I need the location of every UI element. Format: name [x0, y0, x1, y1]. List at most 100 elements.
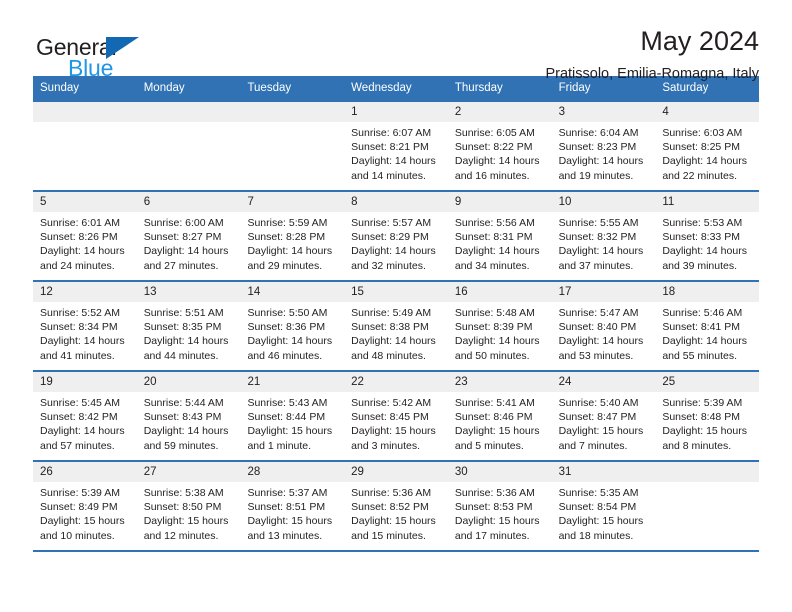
sunset-text: Sunset: 8:39 PM	[454, 321, 533, 334]
sunset-text: Sunset: 8:33 PM	[662, 231, 740, 244]
daylight-text: Daylight: 14 hours and 50 minutes.	[454, 335, 540, 362]
day-details: Sunrise: 5:39 AM Sunset: 8:48 PM Daylight:…	[655, 392, 759, 453]
daylight-text: Daylight: 14 hours and 22 minutes.	[662, 155, 747, 182]
calendar-day-cell[interactable]: 17 Sunrise: 5:47 AM Sunset: 8:40 PM Dayligh…	[551, 282, 656, 370]
calendar-day-cell[interactable]: 15 Sunrise: 5:49 AM Sunset: 8:38 PM Dayligh…	[344, 282, 448, 370]
day-number: 2	[447, 102, 552, 122]
daylight-text: Daylight: 14 hours and 53 minutes.	[558, 335, 644, 362]
calendar-day-cell[interactable]: 3 Sunrise: 6:04 AM Sunset: 8:23 PM Daylight…	[551, 102, 656, 190]
sunrise-text: Sunrise: 5:52 AM	[40, 307, 120, 319]
calendar-week-row: 19 Sunrise: 5:45 AM Sunset: 8:42 PM Dayligh…	[33, 370, 760, 460]
day-number: 29	[344, 462, 448, 482]
calendar-day-cell[interactable]: 20 Sunrise: 5:44 AM Sunset: 8:43 PM Dayligh…	[136, 372, 241, 460]
calendar-day-cell[interactable]: 21 Sunrise: 5:43 AM Sunset: 8:44 PM Dayligh…	[240, 372, 345, 460]
day-details: Sunrise: 5:53 AM Sunset: 8:33 PM Daylight:…	[655, 212, 759, 273]
calendar-day-cell[interactable]: 11 Sunrise: 5:53 AM Sunset: 8:33 PM Dayligh…	[655, 192, 760, 280]
calendar-day-cell[interactable]: 23 Sunrise: 5:41 AM Sunset: 8:46 PM Dayligh…	[447, 372, 552, 460]
page-header: General Blue May 2024 Pratissolo, Emilia…	[33, 0, 759, 82]
calendar-day-cell[interactable]: 27 Sunrise: 5:38 AM Sunset: 8:50 PM Dayligh…	[136, 462, 241, 550]
calendar-day-cell[interactable]: 9 Sunrise: 5:56 AM Sunset: 8:31 PM Daylight…	[447, 192, 552, 280]
sunrise-text: Sunrise: 5:47 AM	[558, 307, 639, 319]
calendar-day-cell[interactable]: 1 Sunrise: 6:07 AM Sunset: 8:21 PM Daylight…	[344, 102, 448, 190]
calendar-day-cell[interactable]: 10 Sunrise: 5:55 AM Sunset: 8:32 PM Dayligh…	[551, 192, 656, 280]
day-number: 4	[655, 102, 760, 122]
calendar-day-cell[interactable]: 25 Sunrise: 5:39 AM Sunset: 8:48 PM Dayligh…	[655, 372, 760, 460]
calendar-day-cell[interactable]: 2 Sunrise: 6:05 AM Sunset: 8:22 PM Daylight…	[447, 102, 552, 190]
day-details: Sunrise: 5:49 AM Sunset: 8:38 PM Daylight:…	[344, 302, 448, 363]
day-number: 11	[655, 192, 760, 212]
weekday-header-friday: Friday	[558, 82, 591, 94]
sunset-text: Sunset: 8:42 PM	[40, 411, 118, 424]
day-number: 23	[447, 372, 552, 392]
calendar-day-cell[interactable]: 26 Sunrise: 5:39 AM Sunset: 8:49 PM Dayligh…	[33, 462, 137, 550]
title-block: May 2024 Pratissolo, Emilia-Romagna, Ita…	[545, 26, 759, 83]
day-number: 30	[447, 462, 552, 482]
calendar-day-cell[interactable]: 6 Sunrise: 6:00 AM Sunset: 8:27 PM Daylight…	[136, 192, 241, 280]
sunrise-text: Sunrise: 5:37 AM	[247, 487, 328, 499]
sunrise-text: Sunrise: 5:43 AM	[247, 397, 328, 409]
daylight-text: Daylight: 15 hours and 18 minutes.	[558, 515, 644, 542]
calendar-day-cell[interactable]: 22 Sunrise: 5:42 AM Sunset: 8:45 PM Dayligh…	[344, 372, 448, 460]
sunrise-text: Sunrise: 6:07 AM	[351, 127, 432, 139]
day-number: 5	[33, 192, 137, 212]
day-number	[33, 102, 137, 122]
calendar-day-cell[interactable]: 7 Sunrise: 5:59 AM Sunset: 8:28 PM Daylight…	[240, 192, 345, 280]
day-number	[136, 102, 241, 122]
sunset-text: Sunset: 8:34 PM	[40, 321, 118, 334]
calendar-day-cell[interactable]: 24 Sunrise: 5:40 AM Sunset: 8:47 PM Dayligh…	[551, 372, 656, 460]
daylight-text: Daylight: 14 hours and 34 minutes.	[454, 245, 540, 272]
sunrise-text: Sunrise: 5:36 AM	[454, 487, 535, 499]
day-details: Sunrise: 5:39 AM Sunset: 8:49 PM Daylight:…	[33, 482, 137, 543]
calendar-day-cell[interactable]: 8 Sunrise: 5:57 AM Sunset: 8:29 PM Daylight…	[344, 192, 448, 280]
sunset-text: Sunset: 8:53 PM	[454, 501, 533, 514]
calendar-day-cell[interactable]: 14 Sunrise: 5:50 AM Sunset: 8:36 PM Dayligh…	[240, 282, 345, 370]
daylight-text: Daylight: 14 hours and 59 minutes.	[143, 425, 229, 452]
calendar-page: General Blue May 2024 Pratissolo, Emilia…	[0, 0, 792, 612]
calendar-day-cell[interactable]: 30 Sunrise: 5:36 AM Sunset: 8:53 PM Dayligh…	[447, 462, 552, 550]
calendar-day-cell[interactable]: 4 Sunrise: 6:03 AM Sunset: 8:25 PM Daylight…	[655, 102, 760, 190]
sunrise-text: Sunrise: 5:46 AM	[662, 307, 743, 319]
calendar-day-cell[interactable]: 16 Sunrise: 5:48 AM Sunset: 8:39 PM Dayligh…	[447, 282, 552, 370]
day-details: Sunrise: 5:41 AM Sunset: 8:46 PM Daylight:…	[448, 392, 552, 453]
sunrise-text: Sunrise: 5:56 AM	[454, 217, 535, 229]
daylight-text: Daylight: 15 hours and 15 minutes.	[351, 515, 436, 542]
sunset-text: Sunset: 8:43 PM	[143, 411, 222, 424]
day-number: 25	[655, 372, 760, 392]
general-blue-logo: General Blue	[33, 26, 163, 82]
day-number: 14	[240, 282, 345, 302]
day-number: 15	[344, 282, 448, 302]
day-number: 12	[33, 282, 137, 302]
day-details: Sunrise: 5:48 AM Sunset: 8:39 PM Daylight:…	[448, 302, 552, 363]
calendar-day-cell[interactable]: 29 Sunrise: 5:36 AM Sunset: 8:52 PM Dayligh…	[344, 462, 448, 550]
sunset-text: Sunset: 8:22 PM	[454, 141, 533, 154]
calendar-day-cell[interactable]: 31 Sunrise: 5:35 AM Sunset: 8:54 PM Dayligh…	[551, 462, 656, 550]
sunset-text: Sunset: 8:50 PM	[143, 501, 222, 514]
daylight-text: Daylight: 15 hours and 12 minutes.	[143, 515, 229, 542]
weekday-header-thursday: Thursday	[454, 82, 503, 94]
daylight-text: Daylight: 14 hours and 27 minutes.	[143, 245, 229, 272]
daylight-text: Daylight: 14 hours and 19 minutes.	[558, 155, 644, 182]
daylight-text: Daylight: 14 hours and 32 minutes.	[351, 245, 436, 272]
calendar-day-cell[interactable]: 18 Sunrise: 5:46 AM Sunset: 8:41 PM Dayligh…	[655, 282, 760, 370]
day-details: Sunrise: 5:59 AM Sunset: 8:28 PM Daylight:…	[240, 212, 344, 273]
day-details: Sunrise: 6:04 AM Sunset: 8:23 PM Daylight:…	[552, 122, 656, 183]
day-number: 16	[447, 282, 552, 302]
day-details: Sunrise: 5:50 AM Sunset: 8:36 PM Daylight:…	[240, 302, 344, 363]
calendar-day-cell[interactable]: 19 Sunrise: 5:45 AM Sunset: 8:42 PM Dayligh…	[33, 372, 137, 460]
sunrise-text: Sunrise: 5:53 AM	[662, 217, 743, 229]
calendar-day-cell[interactable]: 12 Sunrise: 5:52 AM Sunset: 8:34 PM Dayligh…	[33, 282, 137, 370]
daylight-text: Daylight: 14 hours and 55 minutes.	[662, 335, 747, 362]
sunset-text: Sunset: 8:27 PM	[143, 231, 222, 244]
daylight-text: Daylight: 14 hours and 37 minutes.	[558, 245, 644, 272]
calendar-day-cell[interactable]: 5 Sunrise: 6:01 AM Sunset: 8:26 PM Daylight…	[33, 192, 137, 280]
sunrise-text: Sunrise: 5:36 AM	[351, 487, 432, 499]
calendar-weeks: 1 Sunrise: 6:07 AM Sunset: 8:21 PM Daylight…	[33, 100, 760, 552]
day-details: Sunrise: 6:00 AM Sunset: 8:27 PM Daylight:…	[137, 212, 241, 273]
calendar-day-cell[interactable]: 13 Sunrise: 5:51 AM Sunset: 8:35 PM Dayligh…	[136, 282, 241, 370]
calendar-day-cell[interactable]: 28 Sunrise: 5:37 AM Sunset: 8:51 PM Dayligh…	[240, 462, 345, 550]
day-number: 1	[344, 102, 448, 122]
daylight-text: Daylight: 14 hours and 24 minutes.	[40, 245, 125, 272]
day-number: 3	[551, 102, 656, 122]
sunrise-text: Sunrise: 6:03 AM	[662, 127, 743, 139]
sunset-text: Sunset: 8:49 PM	[40, 501, 118, 514]
